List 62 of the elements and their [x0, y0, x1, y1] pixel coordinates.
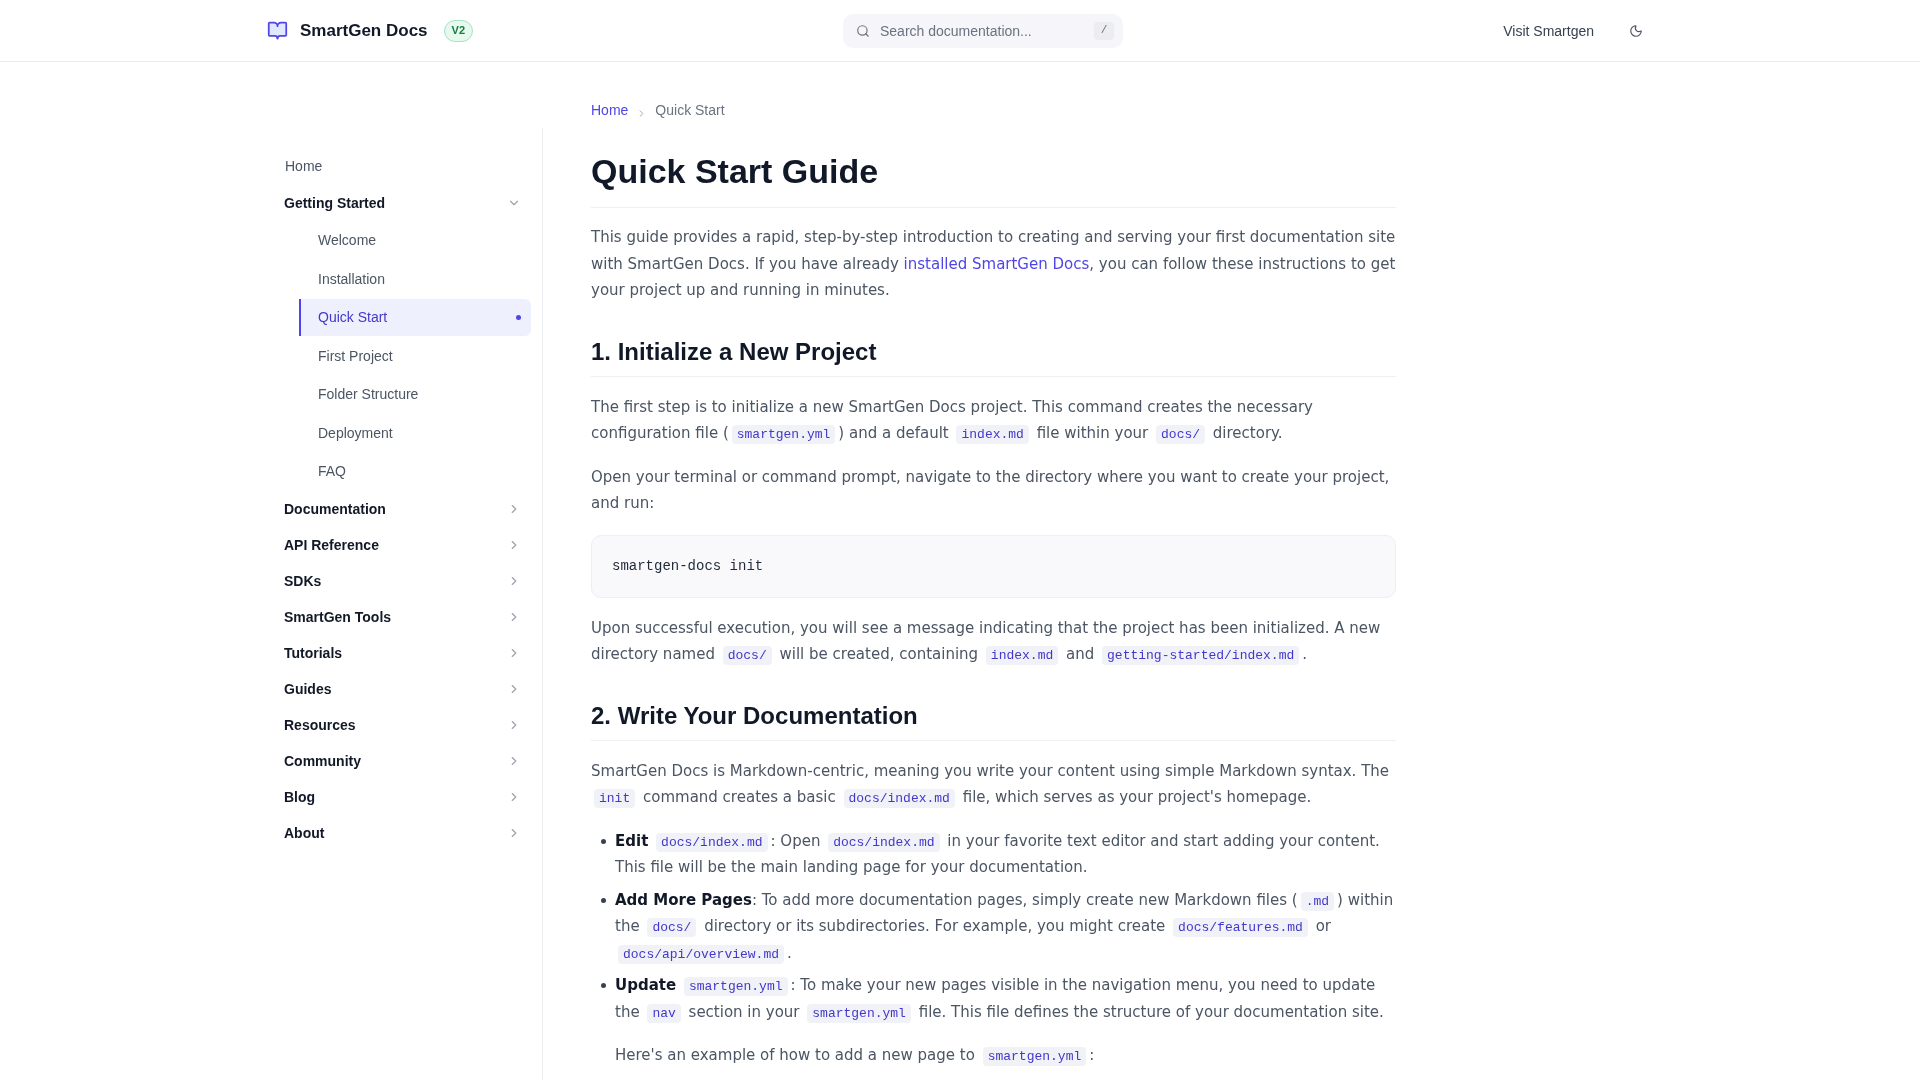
search-icon	[856, 23, 870, 38]
inline-code: .md	[1300, 891, 1335, 911]
section-heading: 2. Write Your Documentation	[591, 699, 1396, 741]
sidebar-link[interactable]: Installation	[299, 260, 531, 298]
book-icon	[267, 20, 288, 41]
sidebar-link[interactable]: First Project	[299, 337, 531, 375]
sidebar-link[interactable]: Deployment	[299, 414, 531, 452]
inline-code: docs/api/overview.md	[618, 944, 785, 964]
sidebar-section[interactable]: Getting Started	[267, 185, 531, 221]
bullet-icon	[601, 838, 606, 844]
inline-code: docs/	[647, 918, 697, 937]
nav-link[interactable]: Visit Smartgen	[1503, 20, 1594, 41]
inline-code: docs/features.md	[1173, 918, 1308, 937]
paragraph: The first step is to initialize a new SmartGen Docs project. This command creates the necessary configuration file ( smartgen.yml ) and a default index.md file within your docs/ directory.	[591, 396, 1314, 446]
inline-code: smartgen.yml	[807, 1003, 911, 1023]
code-block: smartgen-docs init	[591, 534, 1396, 598]
inline-code: nav	[647, 1003, 681, 1023]
text-link[interactable]: installed SmartGen Docs	[903, 254, 1090, 273]
sidebar-link[interactable]: FAQ	[299, 452, 531, 490]
sidebar-section[interactable]: API Reference	[267, 526, 531, 563]
sidebar-section[interactable]: Resources	[267, 706, 531, 743]
version-badge: V2	[443, 19, 473, 42]
paragraph: Open your terminal or command prompt, navigate to the directory where you want to create your project, and run:	[591, 466, 1391, 514]
paragraph: This guide provides a rapid, step-by-step introduction to creating and serving your first documentation site with SmartGen Docs. If you have already installed SmartGen Docs, you can follow these instructions to get your project up and running in minutes.	[591, 227, 1396, 301]
sidebar-section[interactable]: Documentation	[267, 490, 531, 527]
sidebar-section[interactable]: About	[267, 814, 531, 851]
inline-code: getting-started/index.md	[1102, 646, 1300, 665]
section-heading: 1. Initialize a New Project	[591, 335, 1396, 377]
inline-code: docs/	[1156, 425, 1206, 444]
inline-code: init	[594, 789, 636, 808]
paragraph: Edit docs/index.md : Open docs/index.md in your favorite text editor and start adding your content. This file will be the main landing page for your documentation.	[615, 830, 1381, 878]
sidebar-link[interactable]: Welcome	[299, 221, 531, 259]
paragraph: SmartGen Docs is Markdown-centric, meaning you write your content using simple Markdown syntax. The init command creates a basic docs/index.md file, which serves as your project's homepage.	[591, 760, 1391, 810]
inline-code: index.md	[985, 646, 1059, 665]
paragraph: Upon successful execution, you will see a message indicating that the project has been initialized. A new directory named docs/ will be created, containing index.md and getting-started/index.md .	[591, 617, 1382, 667]
page-title: Quick Start Guide	[591, 151, 1396, 208]
sidebar-link[interactable]: Quick Start	[299, 298, 531, 336]
sidebar-link[interactable]: Folder Structure	[299, 375, 531, 413]
sidebar-section[interactable]: Guides	[267, 670, 531, 707]
breadcrumb-link[interactable]: Home	[591, 100, 629, 120]
moon-icon[interactable]	[1629, 23, 1643, 38]
sidebar-section[interactable]: Tutorials	[267, 634, 531, 671]
bullet-icon	[601, 897, 606, 903]
inline-code: smartgen.yml	[982, 1047, 1087, 1066]
sidebar-section[interactable]: SmartGen Tools	[267, 598, 531, 635]
paragraph: Add More Pages: To add more documentation pages, simply create new Markdown files ( .md ) within the docs/ directory or its subdirectories. For example, you might create docs/features.md or docs/api/overview.md .	[615, 889, 1395, 966]
sidebar-link[interactable]: Home	[267, 147, 531, 185]
inline-code: smartgen.yml	[683, 977, 788, 996]
sidebar-section[interactable]: Community	[267, 742, 531, 779]
inline-code: docs/index.md	[828, 832, 940, 852]
inline-code: smartgen.yml	[731, 425, 836, 444]
paragraph: Here's an example of how to add a new page to smartgen.yml :	[615, 1045, 1096, 1068]
brand-name: SmartGen Docs	[300, 19, 428, 42]
inline-code: docs/index.md	[843, 789, 955, 808]
bullet-icon	[601, 983, 606, 988]
breadcrumb-current: Quick Start	[655, 101, 725, 120]
inline-code: docs/	[722, 646, 772, 665]
paragraph: Update smartgen.yml : To make your new pages visible in the navigation menu, you need to update the nav section in your smartgen.yml file. This file defines the structure of your documentation site.	[615, 975, 1385, 1025]
sidebar-section[interactable]: Blog	[267, 778, 531, 815]
inline-code: index.md	[956, 425, 1029, 444]
sidebar-section[interactable]: SDKs	[267, 562, 531, 599]
inline-code: docs/index.md	[656, 832, 768, 852]
